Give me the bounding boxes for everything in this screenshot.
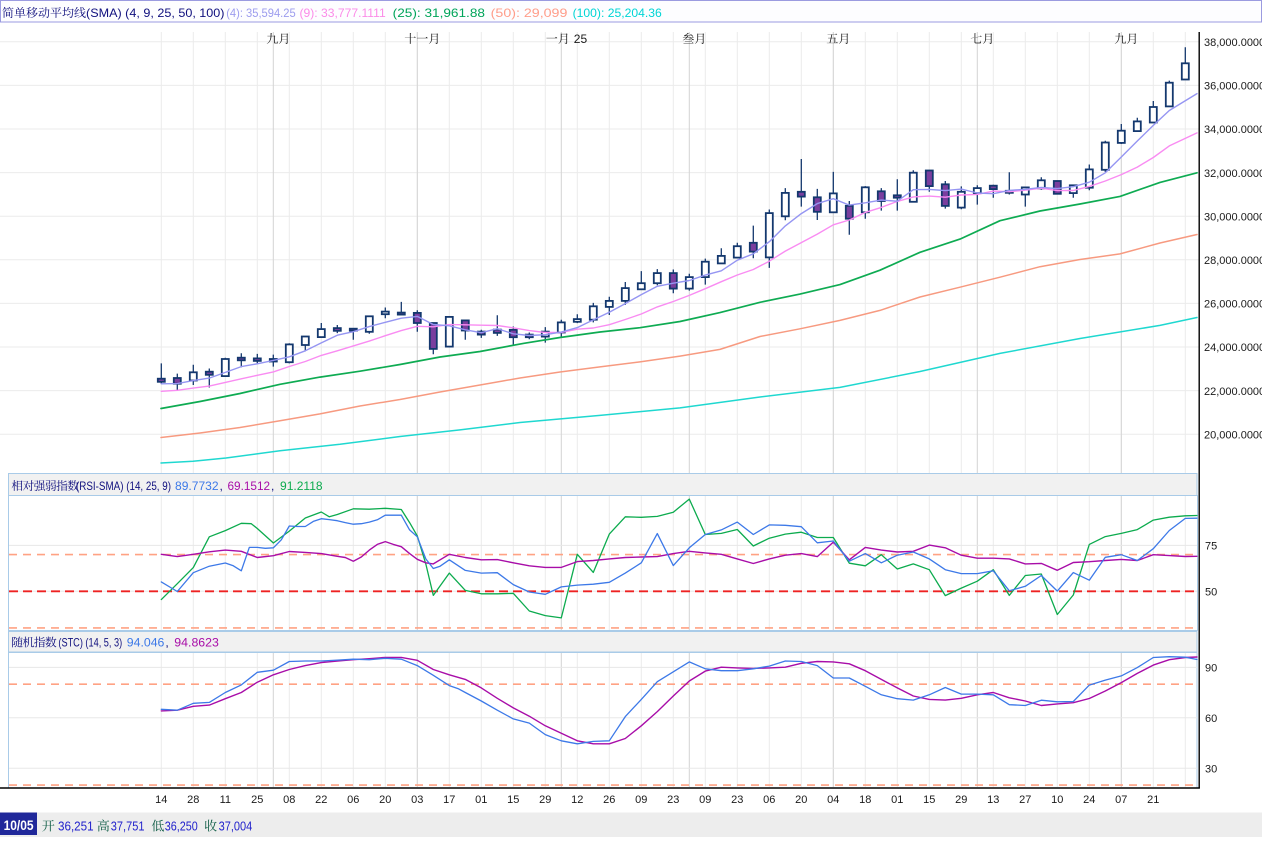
svg-text:29: 29 [955,794,967,806]
svg-text:(SMA) (4, 9, 25, 50, 100): (SMA) (4, 9, 25, 50, 100) [86,6,225,20]
svg-text:06: 06 [763,794,775,806]
svg-text:89.7732: 89.7732 [175,479,219,493]
svg-text:23: 23 [667,794,679,806]
svg-text:75: 75 [1205,541,1217,553]
svg-text:10: 10 [1051,794,1063,806]
svg-text:08: 08 [283,794,295,806]
svg-text:(25): 31,961.88: (25): 31,961.88 [393,6,486,20]
svg-text:09: 09 [635,794,647,806]
svg-text:11: 11 [220,794,231,806]
svg-text:(9): 33,777.1111: (9): 33,777.1111 [300,6,387,20]
svg-text:50: 50 [1205,587,1217,599]
svg-text:36,250: 36,250 [165,820,198,834]
svg-text:26,000.0000: 26,000.0000 [1204,299,1262,311]
svg-text:03: 03 [411,794,423,806]
svg-text:21: 21 [1147,794,1159,806]
svg-text:07: 07 [1115,794,1127,806]
svg-text:22,000.0000: 22,000.0000 [1204,386,1262,398]
svg-text:28,000.0000: 28,000.0000 [1204,255,1262,267]
svg-text:(RSI-SMA) (14, 25, 9): (RSI-SMA) (14, 25, 9) [76,479,171,493]
svg-text:27: 27 [1019,794,1031,806]
svg-text:37,004: 37,004 [219,820,253,834]
svg-text:(50): 29,099: (50): 29,099 [491,6,568,20]
svg-text:25: 25 [251,794,263,806]
svg-text:13: 13 [987,794,999,806]
svg-text:38,000.0000: 38,000.0000 [1204,37,1262,49]
svg-text:15: 15 [507,794,519,806]
svg-text:10/05: 10/05 [4,818,34,833]
svg-text:,: , [271,479,274,493]
svg-text:(STC) (14, 5, 3): (STC) (14, 5, 3) [58,636,122,650]
svg-text:04: 04 [827,794,839,806]
svg-text:30,000.0000: 30,000.0000 [1204,211,1262,223]
svg-text:,: , [165,636,168,650]
svg-text:09: 09 [699,794,711,806]
svg-text:06: 06 [347,794,359,806]
svg-text:12: 12 [571,794,583,806]
svg-text:34,000.0000: 34,000.0000 [1204,124,1262,136]
svg-text:,: , [220,479,223,493]
svg-text:94.046: 94.046 [127,636,165,650]
svg-text:69.1512: 69.1512 [228,479,271,493]
svg-text:29: 29 [539,794,551,806]
svg-text:22: 22 [315,794,327,806]
svg-text:24,000.0000: 24,000.0000 [1204,342,1262,354]
svg-text:91.2118: 91.2118 [280,479,323,493]
svg-text:28: 28 [187,794,199,806]
svg-text:20: 20 [379,794,391,806]
svg-text:15: 15 [923,794,935,806]
svg-text:60: 60 [1205,713,1217,725]
svg-text:25: 25 [574,32,588,46]
svg-text:94.8623: 94.8623 [174,636,219,650]
svg-text:20: 20 [795,794,807,806]
svg-text:23: 23 [731,794,743,806]
svg-text:(100): 25,204.36: (100): 25,204.36 [573,6,663,20]
svg-text:36,251: 36,251 [58,820,94,834]
svg-text:14: 14 [155,794,167,806]
svg-text:36,000.0000: 36,000.0000 [1204,81,1262,93]
svg-text:32,000.0000: 32,000.0000 [1204,168,1262,180]
svg-text:01: 01 [475,794,487,806]
svg-text:(4): 35,594.25: (4): 35,594.25 [226,6,296,20]
svg-text:26: 26 [603,794,615,806]
svg-text:30: 30 [1205,764,1217,776]
svg-text:24: 24 [1083,794,1095,806]
svg-text:17: 17 [443,794,455,806]
svg-text:37,751: 37,751 [111,820,145,834]
svg-text:20,000.0000: 20,000.0000 [1204,429,1262,441]
svg-text:18: 18 [859,794,871,806]
svg-text:90: 90 [1205,663,1217,675]
svg-text:01: 01 [891,794,903,806]
